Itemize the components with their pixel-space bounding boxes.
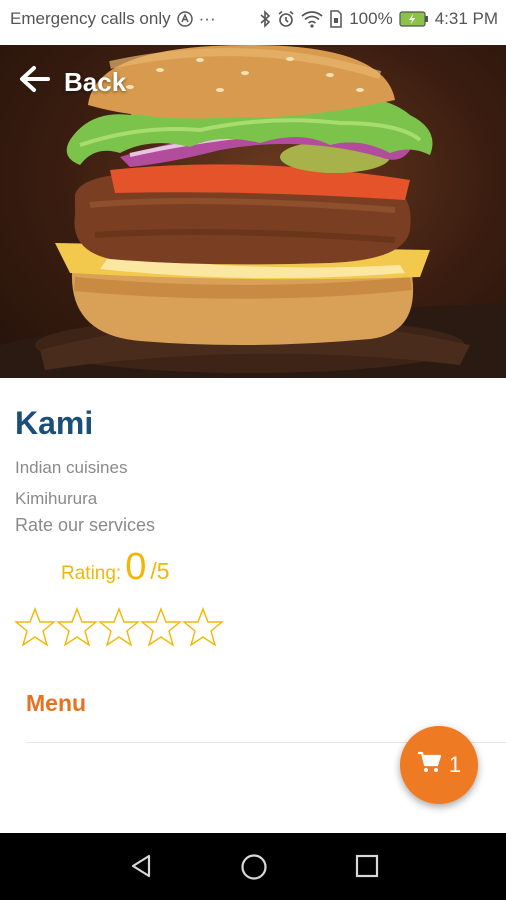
star-icon[interactable] (56, 606, 98, 648)
rating-display: Rating: 0 /5 (61, 548, 170, 586)
rating-value: 0 (125, 546, 147, 588)
system-navigation-bar (0, 833, 506, 900)
restaurant-location: Kimihurura (15, 489, 98, 508)
cart-button[interactable]: 1 (400, 726, 478, 804)
rate-services-prompt: Rate our services (15, 515, 156, 535)
sim-icon (329, 10, 343, 28)
rating-max: /5 (150, 558, 170, 584)
circle-home-icon (240, 854, 268, 885)
more-notifications-icon: ··· (198, 9, 216, 28)
battery-percent: 100% (349, 9, 393, 28)
triangle-back-icon (128, 854, 154, 883)
back-label: Back (64, 67, 127, 97)
star-icon[interactable] (182, 606, 224, 648)
restaurant-name: Kami (15, 405, 94, 441)
alarm-icon (277, 10, 295, 28)
tab-menu[interactable]: Menu (26, 690, 86, 717)
square-recents-icon (354, 854, 380, 883)
notification-icon (176, 11, 193, 27)
carrier-text: Emergency calls only (10, 9, 171, 28)
cart-count: 1 (448, 752, 462, 777)
wifi-icon (301, 10, 323, 28)
star-icon[interactable] (98, 606, 140, 648)
nav-back-button[interactable] (128, 853, 154, 884)
status-bar: Emergency calls only ··· 100% 4:31 PM (0, 0, 506, 38)
battery-icon (399, 11, 429, 27)
arrow-left-icon (18, 64, 52, 101)
star-icon[interactable] (140, 606, 182, 648)
cart-icon (417, 751, 441, 779)
star-icon[interactable] (14, 606, 56, 648)
rating-label: Rating: (61, 563, 122, 584)
nav-home-button[interactable] (240, 853, 268, 886)
star-rating-input[interactable] (14, 606, 224, 648)
nav-recents-button[interactable] (354, 853, 380, 884)
bluetooth-icon (259, 10, 271, 28)
clock-text: 4:31 PM (434, 9, 498, 28)
restaurant-cuisine: Indian cuisines (15, 458, 128, 477)
back-button[interactable]: Back (18, 64, 126, 101)
